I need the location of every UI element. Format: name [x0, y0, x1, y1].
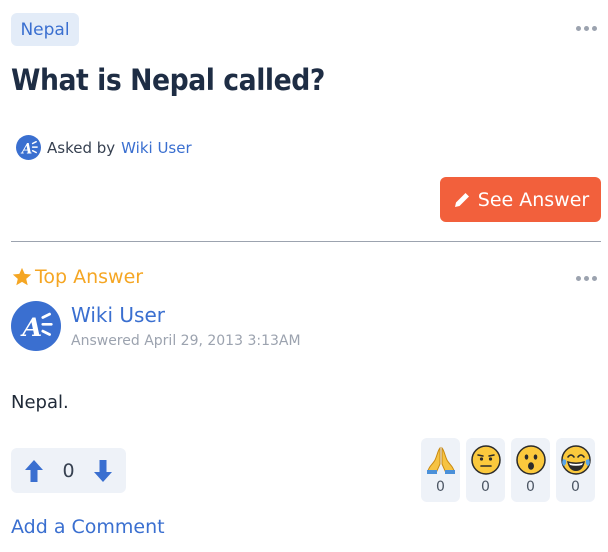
svg-text:A: A	[20, 313, 42, 343]
add-comment-link[interactable]: Add a Comment	[11, 516, 165, 538]
asker-link[interactable]: Wiki User	[121, 139, 191, 157]
reaction-folded-hands[interactable]: 0	[421, 438, 460, 502]
folded-hands-icon	[426, 446, 455, 474]
topic-tag[interactable]: Nepal	[11, 13, 79, 46]
reaction-count: 0	[571, 479, 580, 495]
reaction-neutral-face[interactable]: 0	[466, 438, 505, 502]
arrow-down-icon	[94, 459, 112, 482]
neutral-face-icon	[470, 445, 501, 475]
reactions-bar: 0 0 0 0	[421, 438, 595, 502]
reaction-laughing-tears[interactable]: 0	[556, 438, 595, 502]
pencil-icon	[454, 192, 469, 207]
reaction-count: 0	[526, 479, 535, 495]
section-divider	[11, 241, 601, 242]
downvote-button[interactable]	[92, 458, 114, 484]
upvote-button[interactable]	[23, 458, 45, 484]
see-answer-label: See Answer	[477, 188, 590, 211]
reaction-count: 0	[436, 479, 445, 495]
top-answer-label: Top Answer	[35, 266, 144, 288]
vote-count: 0	[62, 459, 75, 482]
asked-by-row: A Asked by Wiki User	[16, 135, 192, 160]
laughing-tears-icon	[560, 445, 591, 475]
reaction-count: 0	[481, 479, 490, 495]
star-icon	[12, 267, 32, 286]
asked-by-label: Asked by	[47, 138, 116, 157]
surprised-face-icon	[515, 445, 546, 475]
page-title: What is Nepal called?	[11, 63, 325, 97]
arrow-up-icon	[25, 459, 43, 482]
svg-text:A: A	[20, 141, 32, 157]
answer-more-menu-icon[interactable]	[574, 273, 598, 283]
answered-timestamp: Answered April 29, 2013 3:13AM	[71, 333, 301, 349]
asker-avatar: A	[16, 135, 41, 160]
question-more-menu-icon[interactable]	[574, 23, 598, 33]
answerer-avatar[interactable]: A	[11, 301, 61, 351]
reaction-surprised-face[interactable]: 0	[511, 438, 550, 502]
answer-body: Nepal.	[11, 392, 69, 413]
vote-control: 0	[11, 448, 126, 493]
top-answer-heading: Top Answer	[11, 266, 143, 288]
answerer-link[interactable]: Wiki User	[71, 303, 165, 327]
see-answer-button[interactable]: See Answer	[440, 177, 601, 222]
